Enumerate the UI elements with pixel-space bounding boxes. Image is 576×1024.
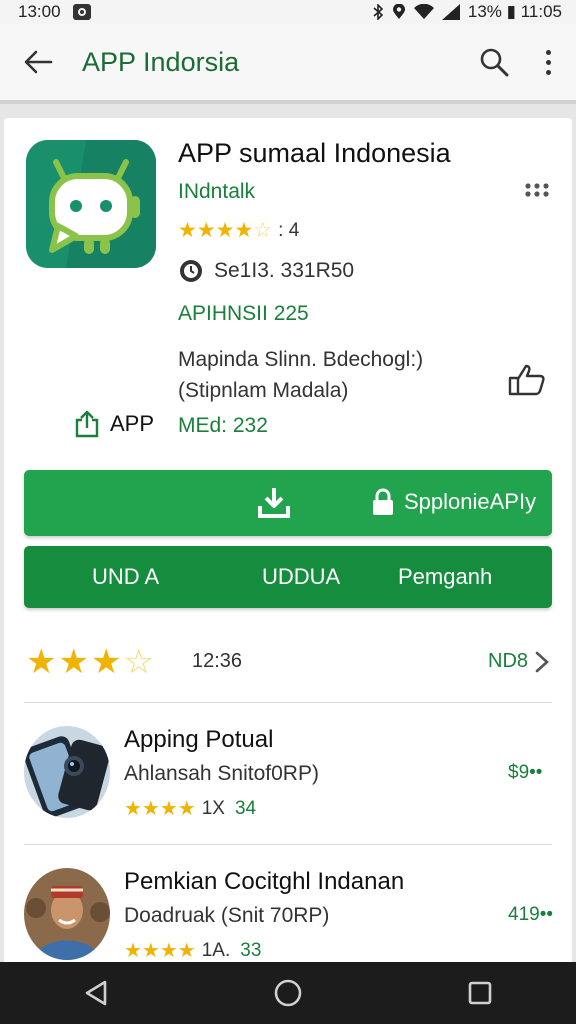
rating-stars: ★★★★☆ <box>178 219 273 242</box>
thumbs-up-icon[interactable] <box>506 362 548 396</box>
summary-stars: ★★★☆ <box>26 643 156 681</box>
nav-home-button[interactable] <box>268 973 308 1013</box>
wifi-icon <box>413 4 434 19</box>
circle-home-icon <box>274 979 302 1007</box>
install-button[interactable]: SpplonieAPIy <box>24 470 552 536</box>
search-button[interactable] <box>476 44 512 80</box>
share-button[interactable]: APP <box>74 410 154 438</box>
related-app-thumbnail <box>24 868 110 960</box>
lock-icon <box>373 488 393 515</box>
more-vert-icon <box>545 49 551 55</box>
app-logo <box>26 140 156 268</box>
summary-text: 12:36 <box>192 650 243 672</box>
related-app-title: Pemkian Cocitghl Indanan <box>124 868 405 895</box>
chevron-right-icon <box>535 651 549 673</box>
see-more-link[interactable]: ND8 <box>488 650 528 673</box>
developer-link[interactable]: INdntalk <box>178 180 255 204</box>
clock-icon <box>180 260 202 282</box>
related-app-rating: ★★★★ 1X 34 <box>124 796 256 821</box>
related-app-price: $9•• <box>508 762 543 783</box>
rating-summary[interactable]: ★★★☆ 12:36 ND8 <box>24 638 552 688</box>
rating-count: : 4 <box>278 219 300 241</box>
tab-1[interactable]: UND A <box>92 564 159 590</box>
install-label: SpplonieAPIy <box>404 489 537 514</box>
tab-3[interactable]: Pemganh <box>398 564 492 590</box>
back-arrow-icon <box>24 50 53 74</box>
status-battery-text: 13% ▮ 11:05 <box>467 2 562 21</box>
related-app-stars: ★★★★ <box>124 798 196 820</box>
status-bar: 13:00 13% ▮ 11:05 <box>0 0 576 24</box>
person-avatar-icon <box>24 868 110 960</box>
share-label: APP <box>110 411 155 436</box>
related-app-stars: ★★★★ <box>124 940 196 962</box>
related-app-item[interactable]: Apping Potual Ahlansah Snitof0RP) ★★★★ 1… <box>24 726 552 846</box>
nav-back-button[interactable] <box>76 973 116 1013</box>
system-nav-bar <box>0 962 576 1024</box>
phone-camera-icon <box>24 726 110 818</box>
status-time: 13:00 <box>18 2 61 21</box>
back-button[interactable] <box>20 44 56 80</box>
tab-2[interactable]: UDDUA <box>262 564 340 590</box>
meta-text: Se1I3. 331R50 <box>214 259 355 282</box>
divider <box>24 844 552 845</box>
version-info: APIHNSII 225 <box>178 302 309 325</box>
related-app-subtitle: Doadruak (Snit 70RP) <box>124 904 330 927</box>
app-bar: APP Indorsia <box>0 24 576 104</box>
app-rating: ★★★★☆ : 4 <box>178 218 299 243</box>
description-line-2: (Stipnlam Madala) <box>178 379 349 402</box>
square-recents-icon <box>468 981 492 1005</box>
related-app-thumbnail <box>24 726 110 818</box>
update-info: MEd: 232 <box>178 414 268 437</box>
related-app-count2: 34 <box>234 797 257 819</box>
meta-line: Se1I3. 331R50 <box>178 258 354 284</box>
location-icon <box>392 4 405 19</box>
related-app-count2: 33 <box>240 939 262 961</box>
bluetooth-icon <box>373 4 384 20</box>
app-description: Mapinda Slinn. Bdechogl:) (Stipnlam Mada… <box>178 344 423 406</box>
nav-recents-button[interactable] <box>460 973 500 1013</box>
related-app-rating: ★★★★ 1A. 33 <box>124 938 261 963</box>
description-line-1: Mapinda Slinn. Bdechogl:) <box>178 348 424 371</box>
related-app-price: 419•• <box>508 904 554 925</box>
chat-robot-icon <box>26 140 156 268</box>
related-app-subtitle: Ahlansah Snitof0RP) <box>124 762 319 785</box>
more-options-button[interactable] <box>538 44 558 80</box>
status-right: 13% ▮ 11:05 <box>372 2 562 22</box>
related-app-count: 1A. <box>201 939 231 961</box>
more-horiz-icon[interactable] <box>524 182 550 198</box>
page-title: APP Indorsia <box>82 46 240 77</box>
tab-bar: UND A UDDUA Pemganh <box>24 546 552 608</box>
signal-icon <box>441 4 460 20</box>
notification-icon <box>72 4 91 20</box>
related-app-title: Apping Potual <box>124 726 274 753</box>
related-app-count: 1X <box>201 797 225 819</box>
share-icon <box>75 410 99 438</box>
app-title: APP sumaal Indonesia <box>178 138 451 168</box>
app-detail-card: APP sumaal Indonesia INdntalk ★★★★☆ : 4 … <box>4 118 572 968</box>
triangle-back-icon <box>85 980 107 1006</box>
divider <box>24 702 552 703</box>
search-icon <box>480 48 509 77</box>
download-icon <box>258 488 290 518</box>
